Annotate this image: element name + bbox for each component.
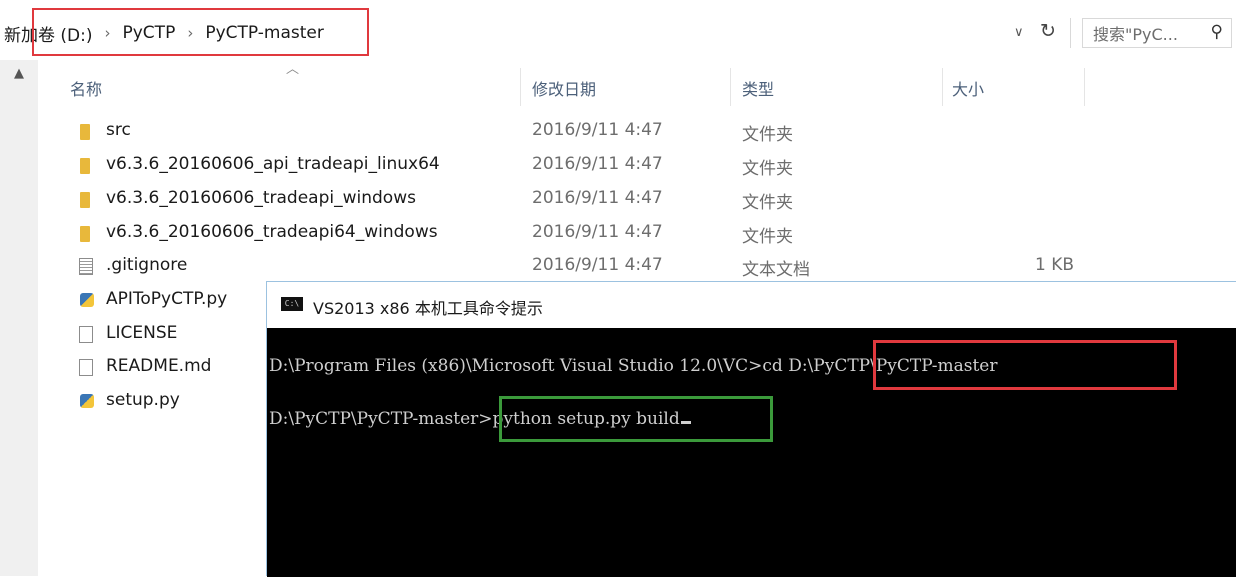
search-input[interactable]: 搜索"PyC... ⚲ xyxy=(1082,18,1232,48)
breadcrumb-pyctp[interactable]: PyCTP xyxy=(119,23,180,43)
folder-icon xyxy=(80,192,90,208)
cmd-window-title: VS2013 x86 本机工具命令提示 xyxy=(313,299,543,318)
file-name: v6.3.6_20160606_api_tradeapi_linux64 xyxy=(106,154,440,174)
search-icon[interactable]: ⚲ xyxy=(1211,22,1223,42)
column-divider[interactable] xyxy=(730,68,731,106)
folder-icon xyxy=(80,124,90,140)
column-header-size[interactable]: 大小 xyxy=(952,74,984,102)
folder-icon xyxy=(80,226,90,242)
file-type: 文件夹 xyxy=(742,125,793,145)
refresh-icon[interactable]: ↻ xyxy=(1040,20,1056,42)
text-file-icon xyxy=(79,258,93,275)
file-icon xyxy=(79,359,93,376)
folder-icon xyxy=(80,158,90,174)
nav-pane-scrollbar[interactable]: ▲ xyxy=(0,60,38,576)
file-name: setup.py xyxy=(106,390,180,410)
column-divider[interactable] xyxy=(520,68,521,106)
file-modified: 2016/9/11 4:47 xyxy=(532,188,663,208)
chevron-right-icon[interactable]: › xyxy=(179,24,201,42)
file-modified: 2016/9/11 4:47 xyxy=(532,222,663,242)
file-type: 文件夹 xyxy=(742,159,793,179)
file-name: APIToPyCTP.py xyxy=(106,289,228,309)
python-file-icon xyxy=(80,394,94,408)
chevron-right-icon[interactable]: › xyxy=(97,24,119,42)
console-icon: C:\ xyxy=(281,297,303,311)
breadcrumb-drive[interactable]: 新加卷 (D:) xyxy=(0,21,97,46)
file-row[interactable]: .gitignore 2016/9/11 4:47 文本文档 1 KB xyxy=(70,251,1170,283)
column-header-modified[interactable]: 修改日期 xyxy=(532,74,596,102)
file-type: 文件夹 xyxy=(742,227,793,247)
file-icon xyxy=(79,326,93,343)
file-row[interactable]: v6.3.6_20160606_tradeapi_windows 2016/9/… xyxy=(70,184,1170,216)
breadcrumb-pyctp-master[interactable]: PyCTP-master xyxy=(201,23,328,43)
console-prompt: D:\Program Files (x86)\Microsoft Visual … xyxy=(269,356,763,376)
sort-ascending-icon: ︿ xyxy=(286,62,300,77)
column-header-type[interactable]: 类型 xyxy=(742,74,774,102)
file-row[interactable]: README.md xyxy=(70,352,266,384)
command-highlight-green xyxy=(499,396,773,442)
file-size: 1 KB xyxy=(1034,255,1074,275)
scroll-up-icon[interactable]: ▲ xyxy=(14,66,24,81)
file-type: 文本文档 xyxy=(742,260,810,280)
column-divider[interactable] xyxy=(1084,68,1085,106)
file-modified: 2016/9/11 4:47 xyxy=(532,154,663,174)
command-highlight-red xyxy=(873,340,1177,390)
breadcrumb: 新加卷 (D:) › PyCTP › PyCTP-master xyxy=(0,18,328,48)
file-type: 文件夹 xyxy=(742,193,793,213)
python-file-icon xyxy=(80,293,94,307)
file-modified: 2016/9/11 4:47 xyxy=(532,120,663,140)
file-modified: 2016/9/11 4:47 xyxy=(532,255,663,275)
column-header-name[interactable]: 名称 xyxy=(70,74,102,102)
cmd-window[interactable]: C:\ VS2013 x86 本机工具命令提示 D:\Program Files… xyxy=(266,281,1236,577)
console-output[interactable]: D:\Program Files (x86)\Microsoft Visual … xyxy=(267,328,1236,577)
file-row[interactable]: LICENSE xyxy=(70,319,266,351)
cmd-title-bar[interactable]: C:\ VS2013 x86 本机工具命令提示 xyxy=(267,282,1236,328)
console-prompt: D:\PyCTP\PyCTP-master> xyxy=(269,409,493,429)
address-bar: 新加卷 (D:) › PyCTP › PyCTP-master ∨ ↻ 搜索"P… xyxy=(0,8,1236,56)
chevron-down-icon[interactable]: ∨ xyxy=(1014,25,1024,40)
file-row[interactable]: v6.3.6_20160606_api_tradeapi_linux64 201… xyxy=(70,150,1170,182)
file-name: v6.3.6_20160606_tradeapi64_windows xyxy=(106,222,438,242)
file-row[interactable]: setup.py xyxy=(70,386,266,418)
search-placeholder: 搜索"PyC... xyxy=(1093,25,1178,44)
file-row[interactable]: APIToPyCTP.py xyxy=(70,285,266,317)
file-row[interactable]: v6.3.6_20160606_tradeapi64_windows 2016/… xyxy=(70,218,1170,250)
divider xyxy=(1070,18,1071,48)
file-name: LICENSE xyxy=(106,323,178,343)
file-name: .gitignore xyxy=(106,255,188,275)
file-row[interactable]: src 2016/9/11 4:47 文件夹 xyxy=(70,116,1170,148)
column-divider[interactable] xyxy=(942,68,943,106)
file-name: src xyxy=(106,120,131,140)
file-name: v6.3.6_20160606_tradeapi_windows xyxy=(106,188,416,208)
file-name: README.md xyxy=(106,356,212,376)
